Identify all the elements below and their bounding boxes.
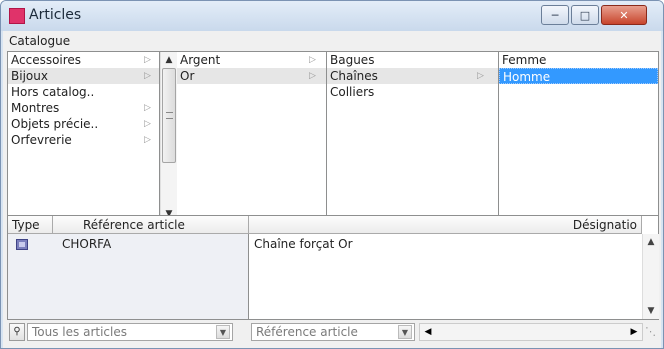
catalog-label: Catalogue <box>9 34 71 48</box>
scrollbar-thumb[interactable] <box>162 68 176 163</box>
catalog-browser: Accessoires ▷ Bijoux ▷ Hors catalog.. Mont… <box>7 51 659 223</box>
dropdown-arrow-icon[interactable]: ▼ <box>398 325 412 339</box>
catalog-column-2: Argent ▷ Or ▷ <box>177 52 327 222</box>
minimize-icon: ─ <box>551 8 559 22</box>
scroll-down-icon[interactable]: ▼ <box>643 303 659 319</box>
maximize-icon: □ <box>579 8 591 22</box>
list-item[interactable]: Argent ▷ <box>177 52 326 68</box>
scroll-up-icon[interactable]: ▲ <box>161 52 177 68</box>
window-body: Catalogue Accessoires ▷ Bijoux ▷ Hors cata… <box>3 31 661 348</box>
table-footer: ⚲ Tous les articles ▼ Référence article … <box>7 321 659 343</box>
close-button[interactable]: ✕ <box>601 5 647 25</box>
app-icon <box>9 8 25 24</box>
chevron-right-icon: ▷ <box>144 55 151 65</box>
column-header-reference[interactable]: Référence article <box>53 216 249 234</box>
column-header-type[interactable]: Type <box>8 216 53 234</box>
table-scrollbar[interactable]: ▲ ▼ <box>642 234 659 319</box>
list-item[interactable]: Chaînes ▷ <box>327 68 498 84</box>
article-icon <box>16 239 28 250</box>
chevron-right-icon: ▷ <box>144 135 151 145</box>
dropdown-arrow-icon[interactable]: ▼ <box>216 325 230 339</box>
chevron-right-icon: ▷ <box>144 103 151 113</box>
list-item[interactable]: Montres ▷ <box>8 100 159 116</box>
articles-window: Articles ─ □ ✕ Catalogue Accessoires ▷ Bi… <box>0 0 664 349</box>
search-icon: ⚲ <box>13 326 21 337</box>
chevron-right-icon: ▷ <box>144 71 151 81</box>
sort-select[interactable]: Référence article ▼ <box>251 323 415 341</box>
search-button[interactable]: ⚲ <box>9 323 25 341</box>
minimize-button[interactable]: ─ <box>541 5 569 25</box>
table-row[interactable]: CHORFA Chaîne forçat Or <box>8 235 638 253</box>
filter-value: Tous les articles <box>32 325 127 339</box>
window-title: Articles <box>29 7 82 23</box>
scroll-up-icon[interactable]: ▲ <box>643 234 659 250</box>
resize-grip-icon[interactable]: ⋱ <box>645 323 659 341</box>
cell-designation: Chaîne forçat Or <box>254 237 353 251</box>
catalog-column-1: Accessoires ▷ Bijoux ▷ Hors catalog.. Mont… <box>8 52 160 222</box>
list-item[interactable]: Accessoires ▷ <box>8 52 159 68</box>
column-header-designation[interactable]: Désignatio <box>249 216 642 234</box>
list-item[interactable]: Bijoux ▷ <box>8 68 159 84</box>
list-item[interactable]: Bagues <box>327 52 498 68</box>
list-item[interactable]: Hors catalog.. <box>8 84 159 100</box>
list-item[interactable]: Objets précie.. ▷ <box>8 116 159 132</box>
maximize-button[interactable]: □ <box>571 5 599 25</box>
articles-table: Type Référence article Désignatio CHORFA… <box>7 215 659 320</box>
chevron-right-icon: ▷ <box>144 119 151 129</box>
chevron-right-icon: ▷ <box>309 71 316 81</box>
catalog-column-4: Femme Homme <box>499 52 658 222</box>
scroll-right-icon[interactable]: ▶ <box>626 324 642 340</box>
title-bar[interactable]: Articles ─ □ ✕ <box>1 1 663 31</box>
cell-reference: CHORFA <box>62 237 112 251</box>
filter-select[interactable]: Tous les articles ▼ <box>27 323 233 341</box>
chevron-right-icon: ▷ <box>309 55 316 65</box>
list-item-selected[interactable]: Homme <box>499 68 658 84</box>
catalog-scrollbar[interactable]: ▲ ▼ <box>160 52 177 222</box>
catalog-column-3: Bagues Chaînes ▷ Colliers <box>327 52 499 222</box>
scroll-left-icon[interactable]: ◀ <box>420 324 436 340</box>
list-item[interactable]: Orfevrerie ▷ <box>8 132 159 148</box>
list-item[interactable]: Colliers <box>327 84 498 100</box>
chevron-right-icon: ▷ <box>477 71 484 81</box>
list-item[interactable]: Femme <box>499 52 658 68</box>
list-item[interactable]: Or ▷ <box>177 68 326 84</box>
horizontal-scrollbar[interactable]: ◀ ▶ <box>419 323 643 341</box>
close-icon: ✕ <box>619 8 629 22</box>
sort-value: Référence article <box>256 325 358 339</box>
